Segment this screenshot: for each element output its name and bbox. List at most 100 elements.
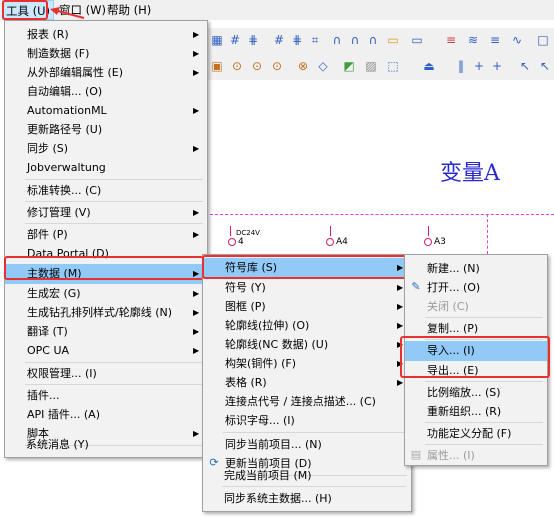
menu-item-identifier[interactable]: 标识字母... (I) [203, 411, 411, 430]
menu-item-frame[interactable]: 图框 (P) ▶ [203, 297, 411, 316]
menu-item-plugins[interactable]: 插件... [5, 386, 207, 405]
magnet-icon[interactable]: ∩ [347, 32, 363, 48]
symbol-icon[interactable]: ⊙ [249, 58, 265, 74]
chevron-right-icon: ▶ [193, 208, 200, 217]
chevron-right-icon: ▶ [193, 308, 200, 317]
cable-icon[interactable]: ∿ [509, 32, 525, 48]
dashed-border [205, 214, 554, 215]
pin-circle-icon [424, 237, 432, 246]
chevron-right-icon: ▶ [193, 106, 200, 115]
grid-icon[interactable]: # [271, 32, 287, 48]
menu-item-framework-copper[interactable]: 构架(铜件) (F) ▶ [203, 354, 411, 373]
chevron-right-icon: ▶ [193, 346, 200, 355]
pointer-icon[interactable]: ↖ [537, 58, 553, 74]
menu-item-close[interactable]: 关闭 (C) [405, 297, 547, 316]
window-icon[interactable]: ▭ [409, 32, 425, 48]
menu-item-reorganize[interactable]: 重新组织... (R) [405, 402, 547, 421]
menu-item-drill-pattern[interactable]: 生成钻孔排列样式/轮廓线 (N) ▶ [5, 303, 207, 322]
terminal-icon[interactable]: + [471, 58, 487, 74]
pin-a3: A3 [424, 237, 446, 247]
magnet-icon[interactable]: ∩ [329, 32, 345, 48]
menu-separator [25, 362, 203, 363]
magnet-icon[interactable]: ∩ [365, 32, 381, 48]
chevron-right-icon: ▶ [193, 327, 200, 336]
menu-item-standard-convert[interactable]: 标准转换... (C) [5, 181, 207, 200]
chevron-right-icon: ▶ [193, 68, 200, 77]
symbol-icon[interactable]: ⊙ [269, 58, 285, 74]
chevron-right-icon: ▶ [193, 144, 200, 153]
menu-item-sync[interactable]: 同步 (S) ▶ [5, 139, 207, 158]
menu-item-symbol[interactable]: 符号 (Y) ▶ [203, 278, 411, 297]
menu-item-table[interactable]: 表格 (R) ▶ [203, 373, 411, 392]
menu-help[interactable]: 帮助 (H) [104, 0, 154, 20]
chevron-right-icon: ▶ [193, 49, 200, 58]
line-icon[interactable]: ≡ [443, 32, 459, 48]
menu-item-external-edit[interactable]: 从外部编辑属性 (E) ▶ [5, 63, 207, 82]
connector-icon[interactable]: ⌗ [307, 32, 323, 48]
menu-item-manufacturing-data[interactable]: 制造数据 (F) ▶ [5, 44, 207, 63]
grid-icon[interactable]: ▦ [209, 32, 225, 48]
menu-item-rights-management[interactable]: 权限管理... (I) [5, 364, 207, 383]
chevron-right-icon: ▶ [193, 230, 200, 239]
shape-icon[interactable]: ⬚ [385, 58, 401, 74]
symbol-icon[interactable]: ⊙ [229, 58, 245, 74]
shape-icon[interactable]: ▨ [363, 58, 379, 74]
terminal-icon[interactable]: ⏏ [421, 58, 437, 74]
menu-item-generate-macro[interactable]: 生成宏 (G) ▶ [5, 284, 207, 303]
menu-item-parts[interactable]: 部件 (P) ▶ [5, 225, 207, 244]
grid-icon[interactable]: ⋕ [245, 32, 261, 48]
terminal-icon[interactable]: + [489, 58, 505, 74]
annotation-box-import-export [400, 336, 550, 378]
pin-wire [428, 226, 429, 236]
dashed-border [487, 214, 488, 254]
symbol-icon[interactable]: ⊗ [295, 58, 311, 74]
line-icon[interactable]: ≡ [487, 32, 503, 48]
menu-item-scale[interactable]: 比例缩放... (S) [405, 383, 547, 402]
pin-circle-icon [228, 237, 236, 246]
menu-item-open[interactable]: ✎ 打开... (O) [405, 278, 547, 297]
box-icon[interactable]: □ [535, 32, 551, 48]
chevron-right-icon: ▶ [397, 302, 404, 311]
menu-item-complete-project[interactable]: 完成当前项目 (M) [202, 466, 410, 485]
menu-item-sync-system-master-data[interactable]: 同步系统主数据... (H) [202, 489, 410, 508]
pointer-icon[interactable]: ↖ [517, 58, 533, 74]
menu-item-automationml[interactable]: AutomationML ▶ [5, 101, 207, 120]
menu-item-connection-point[interactable]: 连接点代号 / 连接点描述... (C) [203, 392, 411, 411]
menu-item-translate[interactable]: 翻译 (T) ▶ [5, 322, 207, 341]
menu-separator [425, 444, 543, 445]
line-icon[interactable]: ≋ [465, 32, 481, 48]
menu-item-revision[interactable]: 修订管理 (V) ▶ [5, 203, 207, 222]
toolbar-row-2: ▣ ⊙ ⊙ ⊙ ⊗ ◇ ◩ ▨ ⬚ ⏏ ‖ + + ↖ ↖ [205, 54, 554, 81]
toolbar-row-1: ▦ # ⋕ # ⋕ ⌗ ∩ ∩ ∩ ▭ ▭ ≡ ≋ ≡ ∿ □ [205, 28, 554, 55]
terminal-icon[interactable]: ‖ [453, 58, 469, 74]
menu-item-function-assign[interactable]: 功能定义分配 (F) [405, 424, 547, 443]
menu-item-jobverwaltung[interactable]: Jobverwaltung [5, 158, 207, 177]
tools-menu: 报表 (R) ▶ 制造数据 (F) ▶ 从外部编辑属性 (E) ▶ 自动编辑... (… [4, 20, 208, 458]
menu-separator [425, 381, 543, 382]
chevron-right-icon: ▶ [193, 289, 200, 298]
menu-separator [25, 179, 203, 180]
chevron-right-icon: ▶ [397, 321, 404, 330]
menu-item-contour-extrude[interactable]: 轮廓线(拉伸) (O) ▶ [203, 316, 411, 335]
menu-item-contour-nc[interactable]: 轮廓线(NC 数据) (U) ▶ [203, 335, 411, 354]
shape-icon[interactable]: ◩ [341, 58, 357, 74]
menu-separator [25, 201, 203, 202]
chevron-right-icon: ▶ [397, 283, 404, 292]
menu-separator [425, 422, 543, 423]
menu-item-sync-project[interactable]: 同步当前项目... (N) [203, 435, 411, 454]
grid-icon[interactable]: ⋕ [289, 32, 305, 48]
menu-item-update-path[interactable]: 更新路径号 (U) [5, 120, 207, 139]
menu-item-auto-edit[interactable]: 自动编辑... (O) [5, 82, 207, 101]
grid-icon[interactable]: # [227, 32, 243, 48]
menu-item-api-plugins[interactable]: API 插件... (A) [5, 405, 207, 424]
menu-separator [25, 223, 203, 224]
symbol-icon[interactable]: ◇ [315, 58, 331, 74]
menu-item-system-messages[interactable]: 系统消息 (Y) [4, 435, 206, 454]
menu-item-reports[interactable]: 报表 (R) ▶ [5, 25, 207, 44]
menu-item-properties[interactable]: ▤ 属性... (I) [405, 446, 547, 465]
menu-item-new[interactable]: 新建... (N) [405, 259, 547, 278]
menu-separator [425, 317, 543, 318]
symbol-icon[interactable]: ▣ [209, 58, 225, 74]
window-icon[interactable]: ▭ [385, 32, 401, 48]
menu-item-opc-ua[interactable]: OPC UA ▶ [5, 341, 207, 360]
